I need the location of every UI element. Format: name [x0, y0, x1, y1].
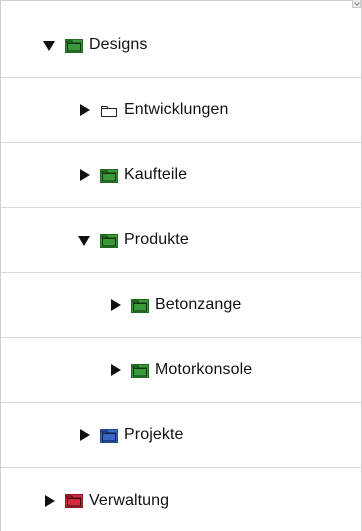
folder-icon	[131, 298, 149, 313]
tree-item-label: Verwaltung	[89, 491, 170, 509]
tree-item-label: Betonzange	[155, 296, 242, 313]
tree-item-betonzange[interactable]: Betonzange	[1, 273, 362, 338]
caret-down-icon[interactable]	[78, 234, 90, 246]
folder-outline-icon	[100, 103, 118, 118]
folder-icon	[100, 233, 118, 248]
tree-item-entwicklungen[interactable]: Entwicklungen	[1, 78, 362, 143]
resize-handle-icon[interactable]	[352, 0, 361, 8]
caret-right-icon[interactable]	[43, 494, 55, 507]
tree-item-label: Kaufteile	[124, 166, 188, 183]
tree-item-verwaltung[interactable]: Verwaltung	[1, 468, 362, 531]
folder-icon	[131, 363, 149, 378]
caret-down-icon[interactable]	[43, 39, 55, 51]
tree-item-label: Produkte	[124, 231, 189, 248]
folder-icon	[100, 168, 118, 183]
folder-icon	[100, 428, 118, 443]
tree-item-label: Entwicklungen	[124, 101, 229, 118]
caret-right-icon[interactable]	[109, 364, 121, 376]
folder-tree: Designs Entwicklungen Kaufteile Produkte	[1, 13, 362, 531]
caret-right-icon[interactable]	[78, 104, 90, 116]
tree-item-motorkonsole[interactable]: Motorkonsole	[1, 338, 362, 403]
tree-item-label: Motorkonsole	[155, 361, 253, 378]
caret-right-icon[interactable]	[109, 299, 121, 311]
tree-item-projekte[interactable]: Projekte	[1, 403, 362, 468]
tree-item-produkte[interactable]: Produkte	[1, 208, 362, 273]
tree-item-designs[interactable]: Designs	[1, 13, 362, 78]
caret-right-icon[interactable]	[78, 169, 90, 181]
folder-icon	[65, 493, 83, 508]
tree-item-kaufteile[interactable]: Kaufteile	[1, 143, 362, 208]
folder-icon	[65, 38, 83, 53]
tree-panel: Designs Entwicklungen Kaufteile Produkte	[0, 0, 362, 531]
caret-right-icon[interactable]	[78, 429, 90, 441]
tree-item-label: Projekte	[124, 426, 184, 443]
tree-item-label: Designs	[89, 36, 148, 53]
